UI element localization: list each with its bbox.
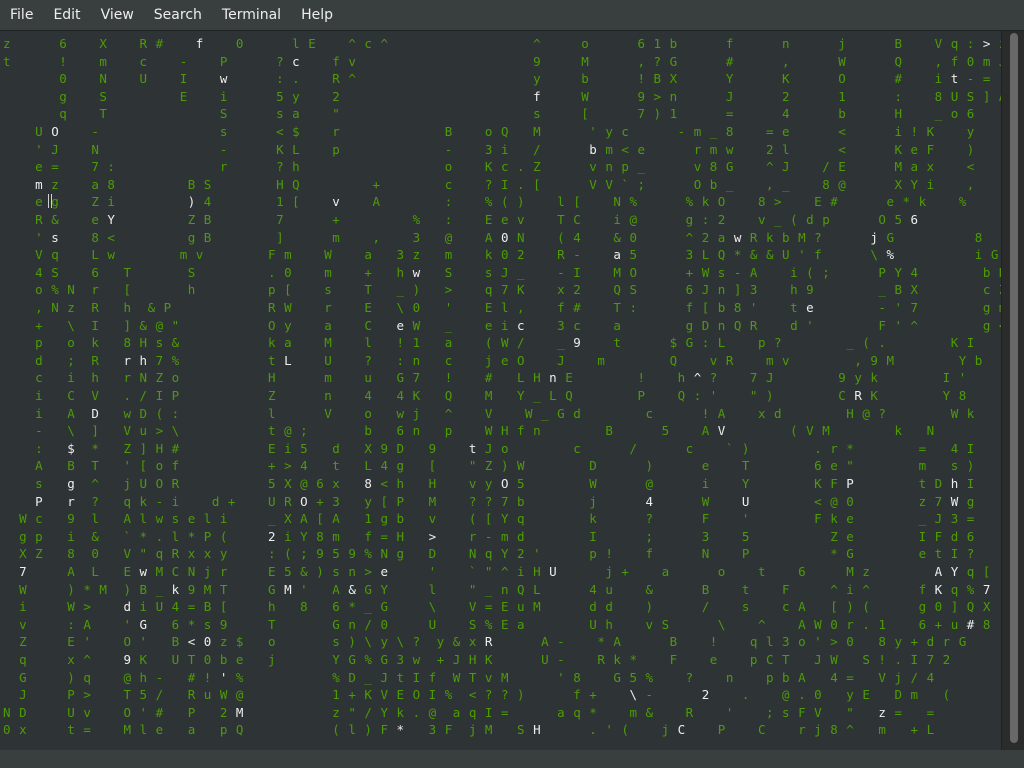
terminal-line: 0 N U I w : . R ^ y b ! B X Y K O # i t … [59,71,1002,87]
menu-help[interactable]: Help [291,0,343,30]
menu-search[interactable]: Search [144,0,212,30]
menu-bar: File Edit View Search Terminal Help [0,0,1024,31]
terminal-line: i W > d i U 4 = B [ h 8 6 * _ G \ V = E … [19,599,991,615]
terminal-line: d ; R r h 7 % t L U ? : n c j e O J m Q … [35,352,983,368]
terminal-line: o % N r [ h p [ s T _ ) > q 7 K x 2 Q S … [35,282,1002,298]
terminal-line: c i h r N Z o H m u G 7 ! # L H n E ! h … [35,370,967,386]
terminal-output: z 6 X R # f 0 l E ^ c ^ ^ o 6 1 b f n j … [0,31,1002,750]
terminal-line: v : A ' G 6 * s 9 T G n / 0 U S % E a U … [19,616,1002,632]
terminal-line: q T S s a " s [ 7 ) 1 = 4 b H _ o 6 [59,106,975,122]
terminal-line: U O - s < $ r B o Q M ' y c - m _ 8 = e … [35,124,975,139]
terminal-area[interactable]: z 6 X R # f 0 l E ^ c ^ ^ o 6 1 b f n j … [0,31,1002,750]
terminal-line: 4 S 6 T S . 0 m + h w S s J _ - I M O + … [35,264,1002,280]
terminal-line: g S E i 5 y 2 f W 9 > n J 2 1 : 8 U S ] … [59,88,1002,104]
menu-file[interactable]: File [0,0,43,30]
menu-terminal[interactable]: Terminal [212,0,291,30]
menu-view[interactable]: View [91,0,144,30]
terminal-line: e g Z i ) 4 1 [ v A : % ( ) l [ N % % k … [35,194,967,210]
terminal-line: - \ ] V u > \ t @ ; b 6 n p W H f n B 5 … [35,423,935,439]
terminal-line: 7 A L E w M C N j r E 5 & ) s n > e ' ` … [19,564,991,579]
terminal-line: i A D w D ( : l V o w j ^ V W _ G d c ! … [35,405,975,421]
terminal-line: X Z 8 0 V " q R x x y : ( ; 9 5 9 % N g … [19,546,975,562]
mouse-ibeam-cursor [48,194,52,208]
terminal-line: A B T ' [ o f + > 4 t L 4 g [ " Z ) W D … [35,458,975,474]
terminal-line: e = 7 : r ? h o K c . Z v n p _ v 8 G ^ … [35,159,975,175]
terminal-line: : $ * Z ] H # E i 5 d X 9 D 9 t J o c / … [35,440,975,456]
terminal-line: s g ^ j U O R 5 X @ 6 x 8 < h H v y O 5 … [35,476,975,491]
terminal-line: p o k 8 H s & k a M l ! 1 a ( W / _ 9 t … [35,335,975,351]
terminal-line: g p i & ` * . l * P ( 2 i Y 8 m f = H > … [19,528,975,544]
terminal-line: W c 9 l A l w s e l i _ X A [ A 1 g b v … [19,511,975,527]
terminal-line: V q L w m v F m W a 3 z m k 0 2 R - a 5 … [35,247,999,263]
menu-edit[interactable]: Edit [43,0,90,30]
terminal-line: J P > T 5 / R u W @ 1 + K V E O I % < ? … [19,687,951,703]
terminal-line: W ) * M ) B _ k 9 M T G M ' A & G Y l " … [19,581,991,597]
terminal-line: Z E ' O ' B < 0 z $ o s ) \ y \ ? y & x … [19,634,967,650]
scrollbar-thumb[interactable] [1010,33,1018,743]
terminal-line: N D U v O ' # P 2 M z " / Y k . @ a q I … [3,704,935,720]
terminal-line: + \ I ] & @ " O y a C e W _ e i c 3 c a … [35,317,1002,333]
terminal-line: m z a 8 B S H Q + c ? I . [ V V ` ; O b … [35,176,975,192]
terminal-line: 0 x t = M l e a p Q ( l ) F * 3 F j M S … [3,722,935,738]
terminal-line: q x ^ 9 K U T 0 b e j Y G % G 3 w + J H … [19,652,951,667]
terminal-line: ' s 8 < g B ] m , 3 @ A 0 N ( 4 & 0 ^ 2 … [35,229,983,245]
terminal-line: , N z R h & P R W r E \ 0 ' E l , f # T … [35,300,1002,315]
terminal-line: i C V . / I P Z n 4 4 K Q M Y _ L Q P Q … [35,388,967,403]
terminal-line: z 6 X R # f 0 l E ^ c ^ ^ o 6 1 b f n j … [3,36,1002,51]
terminal-scrollbar[interactable] [1001,31,1024,750]
terminal-line: R & e Y Z B 7 + % : E e v T C i @ g : 2 … [35,212,919,227]
window-bottom-edge [0,750,1024,768]
terminal-line: t ! m c - P ? c f v 9 M , ? G # , W Q , … [3,53,1002,69]
terminal-line: ' J N - K L p - 3 i / b m < e r m w 2 l … [35,141,975,157]
terminal-line: G ) q @ h - # ! ' % % D _ J t I f W T v … [19,669,935,685]
terminal-line: P r ? q k - i d + U R O + 3 y [ P M ? ? … [35,493,975,509]
